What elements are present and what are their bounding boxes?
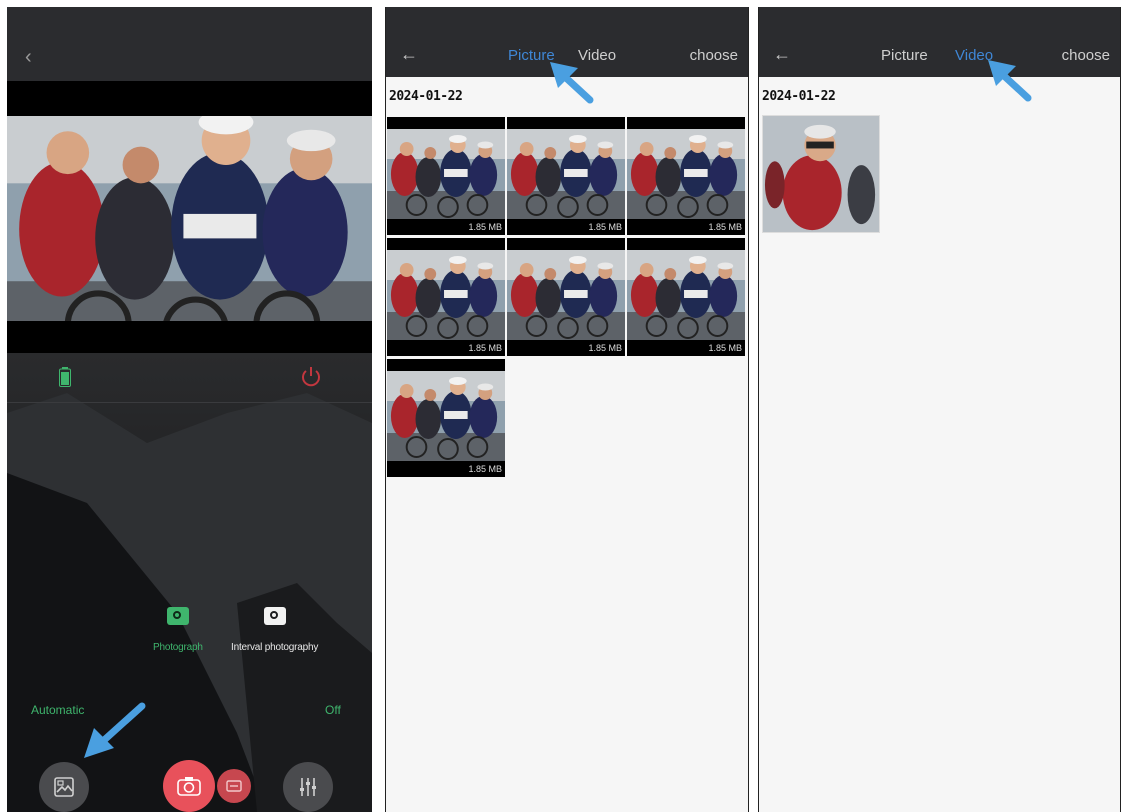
file-size: 1.85 MB <box>468 222 502 232</box>
camera-icon <box>166 607 189 625</box>
shutter-button[interactable] <box>163 760 215 812</box>
photo-thumbnail[interactable]: 1.85 MB <box>387 238 505 356</box>
camera-top-bar: ‹ <box>7 7 372 81</box>
mode-interval-label: Interval photography <box>231 642 319 653</box>
date-header: 2024-01-22 <box>762 89 836 104</box>
automatic-setting[interactable]: Automatic <box>31 703 84 717</box>
file-size: 1.85 MB <box>588 343 622 353</box>
mode-photograph[interactable]: Photograph <box>153 607 203 655</box>
off-setting[interactable]: Off <box>325 703 341 717</box>
pointer-arrow-icon <box>550 62 594 104</box>
back-arrow-icon[interactable]: ‹ <box>25 47 45 67</box>
file-size: 1.85 MB <box>588 222 622 232</box>
back-arrow-icon[interactable]: ← <box>400 45 418 63</box>
camera-screen: ‹ Photograph Interval photography Automa… <box>7 7 372 812</box>
mode-photograph-label: Photograph <box>153 642 203 653</box>
pointer-arrow-icon <box>84 702 146 758</box>
photo-thumbnail[interactable]: 1.85 MB <box>387 359 505 477</box>
settings-sliders-icon <box>300 778 316 796</box>
shutter-icon <box>177 777 201 796</box>
settings-button[interactable] <box>283 762 333 812</box>
gallery-top-bar: ← Picture Video choose <box>759 7 1120 77</box>
file-size: 1.85 MB <box>708 343 742 353</box>
mode-interval-photography[interactable]: Interval photography <box>231 607 318 655</box>
gallery-button[interactable] <box>39 762 89 812</box>
pointer-arrow-icon <box>988 60 1032 102</box>
video-mode-button[interactable] <box>217 769 251 803</box>
choose-button[interactable]: choose <box>690 47 738 64</box>
background-mountain-image <box>7 393 372 812</box>
photo-thumbnail[interactable]: 1.85 MB <box>507 117 625 235</box>
file-size: 1.85 MB <box>468 343 502 353</box>
camera-icon <box>263 607 286 625</box>
gallery-icon <box>54 777 74 797</box>
video-thumbnail[interactable] <box>762 115 880 233</box>
tutorial-screens: ‹ Photograph Interval photography Automa… <box>0 0 1121 812</box>
photo-thumbnail[interactable]: 1.85 MB <box>387 117 505 235</box>
photo-thumbnail[interactable]: 1.85 MB <box>627 238 745 356</box>
video-icon <box>226 780 242 792</box>
file-size: 1.85 MB <box>708 222 742 232</box>
video-thumbnail-image <box>763 116 879 232</box>
battery-icon <box>59 367 71 387</box>
back-arrow-icon[interactable]: ← <box>773 45 791 63</box>
power-icon[interactable] <box>299 365 323 389</box>
file-size: 1.85 MB <box>468 464 502 474</box>
picture-gallery-screen: ← Picture Video choose 2024-01-22 1.85 M… <box>385 7 749 812</box>
choose-button[interactable]: choose <box>1062 47 1110 64</box>
photo-thumbnail[interactable]: 1.85 MB <box>627 117 745 235</box>
date-header: 2024-01-22 <box>389 89 463 104</box>
photo-thumbnail[interactable]: 1.85 MB <box>507 238 625 356</box>
video-gallery-screen: ← Picture Video choose 2024-01-22 <box>758 7 1121 812</box>
live-preview-image <box>7 116 372 321</box>
tab-picture[interactable]: Picture <box>881 47 928 64</box>
